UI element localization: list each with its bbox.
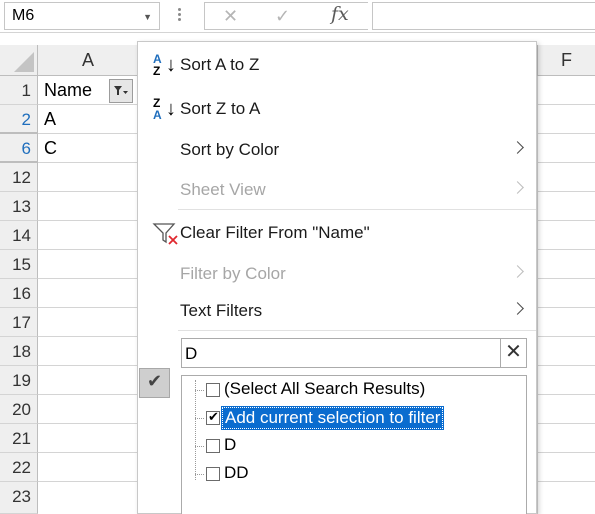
drag-handle-icon[interactable] — [176, 6, 182, 26]
row-header-16[interactable]: 16 — [0, 279, 38, 308]
checkmark-icon: ✔ — [139, 368, 170, 398]
select-all-results-label[interactable]: (Select All Search Results) — [224, 379, 425, 399]
formula-input[interactable] — [372, 2, 595, 30]
gridline — [38, 452, 137, 453]
row-header-21[interactable]: 21 — [0, 424, 38, 453]
cell-a1[interactable]: Name — [44, 76, 92, 105]
chevron-down-icon[interactable]: ▼ — [143, 12, 152, 22]
gridline — [38, 191, 137, 192]
row-header-20[interactable]: 20 — [0, 395, 38, 424]
add-selection-label[interactable]: Add current selection to filter — [220, 406, 445, 430]
tree-connector — [195, 380, 196, 480]
select-all-results-checkbox[interactable] — [206, 383, 220, 397]
column-header-f[interactable]: F — [538, 45, 595, 76]
enter-icon[interactable]: ✓ — [275, 6, 290, 27]
sheet-view-item: Sheet View — [138, 171, 536, 211]
row-header-17[interactable]: 17 — [0, 308, 38, 337]
text-filters-item[interactable]: Text Filters — [138, 292, 536, 332]
row-header-6[interactable]: 6 — [0, 134, 38, 162]
row-header-15[interactable]: 15 — [0, 250, 38, 279]
row-header-22[interactable]: 22 — [0, 453, 38, 482]
value-d-label[interactable]: D — [224, 435, 236, 455]
sort-by-color-label: Sort by Color — [180, 140, 280, 159]
close-icon[interactable]: ✕ — [500, 339, 526, 367]
clear-filter-label: Clear Filter From "Name" — [180, 223, 370, 242]
row-header-1[interactable]: 1 — [0, 76, 38, 105]
sort-a-to-z-item[interactable]: A Z ↓ Sort A to Z — [138, 46, 536, 86]
filter-icon — [114, 86, 128, 95]
sort-a-to-z-label: Sort A to Z — [180, 55, 260, 74]
gridline — [38, 220, 137, 221]
clear-filter-icon — [152, 223, 178, 245]
gridline — [38, 249, 137, 250]
gridline — [38, 423, 137, 424]
filter-by-color-item: Filter by Color — [138, 255, 536, 295]
cell-a6[interactable]: C — [44, 134, 57, 163]
filter-by-color-label: Filter by Color — [180, 264, 286, 283]
row-header-18[interactable]: 18 — [0, 337, 38, 366]
column-header-a[interactable]: A — [39, 45, 137, 76]
gridline — [38, 336, 137, 337]
gridline — [38, 278, 137, 279]
column-f-cells[interactable] — [537, 76, 595, 514]
formula-bar: M6 ▼ ✕ ✓ fx — [0, 0, 595, 33]
chevron-right-icon — [511, 302, 524, 315]
sort-by-color-item[interactable]: Sort by Color — [138, 131, 536, 171]
filter-search-input[interactable]: D ✕ — [181, 338, 527, 368]
sort-descending-icon: Z A ↓ — [153, 96, 176, 122]
insert-function-icon[interactable]: fx — [331, 3, 349, 25]
value-dd-checkbox[interactable] — [206, 467, 220, 481]
chevron-right-icon — [511, 141, 524, 154]
column-divider — [537, 45, 538, 76]
cell-a2[interactable]: A — [44, 105, 56, 134]
cancel-icon[interactable]: ✕ — [223, 6, 238, 27]
chevron-right-icon — [511, 181, 524, 194]
filter-dropdown-button[interactable] — [109, 79, 133, 103]
search-value: D — [185, 344, 198, 363]
text-filters-label: Text Filters — [180, 301, 263, 320]
value-dd-label[interactable]: DD — [224, 463, 249, 483]
gridline — [38, 307, 137, 308]
tree-connector — [195, 390, 204, 391]
sort-z-to-a-item[interactable]: Z A ↓ Sort Z to A — [138, 90, 536, 130]
sheet-view-label: Sheet View — [180, 180, 266, 199]
add-selection-checkbox[interactable]: ✔ — [206, 409, 220, 425]
sort-z-to-a-label: Sort Z to A — [180, 99, 261, 118]
clear-filter-item[interactable]: Clear Filter From "Name" — [138, 214, 536, 254]
menu-separator — [178, 209, 536, 210]
tree-connector — [195, 418, 204, 419]
row-header-13[interactable]: 13 — [0, 192, 38, 221]
row-header-2[interactable]: 2 — [0, 105, 38, 133]
tree-connector — [195, 474, 204, 475]
name-box[interactable]: M6 ▼ — [4, 2, 160, 30]
filter-values-list: (Select All Search Results) ✔ Add curren… — [181, 375, 527, 514]
row-header-12[interactable]: 12 — [0, 163, 38, 192]
gridline — [38, 394, 137, 395]
autofilter-menu: A Z ↓ Sort A to Z Z A ↓ Sort Z to A Sort… — [137, 41, 537, 514]
row-header-19[interactable]: 19 — [0, 366, 38, 395]
name-box-value: M6 — [12, 7, 35, 24]
gridline — [38, 365, 137, 366]
chevron-right-icon — [511, 265, 524, 278]
select-all-corner[interactable] — [0, 45, 38, 76]
row-header-23[interactable]: 23 — [0, 482, 38, 514]
tree-connector — [195, 446, 204, 447]
gridline — [38, 481, 137, 482]
value-d-checkbox[interactable] — [206, 439, 220, 453]
menu-separator — [178, 330, 536, 331]
sort-ascending-icon: A Z ↓ — [153, 52, 176, 78]
row-header-14[interactable]: 14 — [0, 221, 38, 250]
